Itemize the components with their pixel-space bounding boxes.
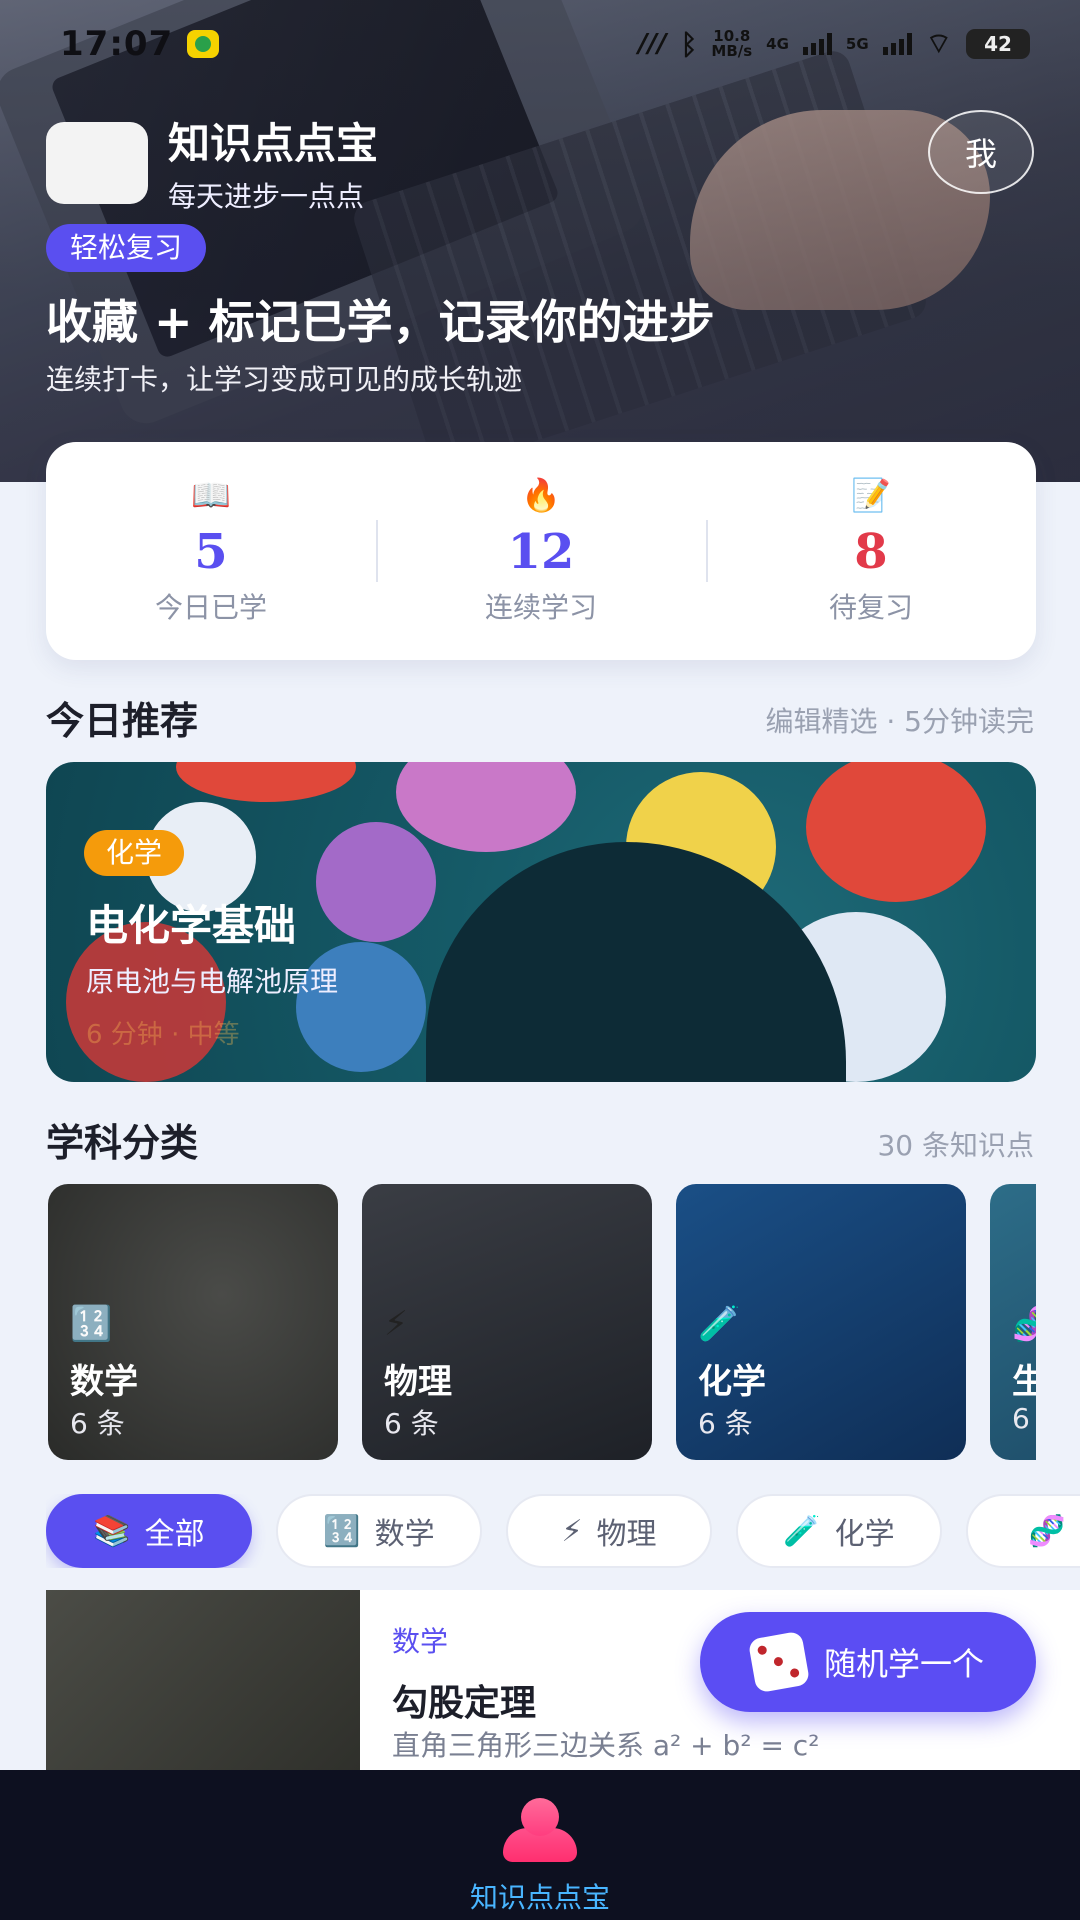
filter-chip-chemistry[interactable]: 🧪 化学	[736, 1494, 942, 1568]
app-brand: 知识点点宝 每天进步一点点	[46, 110, 378, 215]
stat-value: 5	[194, 524, 228, 580]
numbers-icon: 🔢	[70, 1304, 113, 1344]
stat-label: 连续学习	[484, 591, 597, 624]
profile-button[interactable]: 我	[928, 110, 1034, 194]
stat-streak: 🔥 12 连续学习	[376, 442, 706, 660]
subject-card-math[interactable]: 🔢 数学 6 条	[48, 1184, 338, 1460]
recommend-subject-chip: 化学	[84, 830, 185, 876]
app-logo	[46, 121, 148, 204]
dice-icon	[747, 1630, 811, 1694]
recommend-card-subtitle: 原电池与电解池原理	[86, 965, 339, 998]
book-icon: 📖	[191, 476, 231, 514]
stat-label: 今日已学	[154, 591, 267, 624]
bluetooth-icon: ᛒ	[680, 27, 698, 61]
status-time: 17:07	[60, 24, 174, 64]
filter-chips: 📚 全部 🔢 数学 ⚡ 物理 🧪 化学 🧬 生	[46, 1494, 1080, 1568]
battery-indicator: 42	[966, 29, 1030, 59]
hero-banner: 17:07 /// ᛒ 10.8 MB/s 4G 5G ⌔ 42 知识点点宝 每天…	[0, 0, 1080, 482]
random-learn-label: 随机学一个	[823, 1645, 984, 1683]
stat-today-learned: 📖 5 今日已学	[46, 442, 376, 660]
hero-headline: 收藏 + 标记已学，记录你的进步	[46, 295, 715, 349]
subject-count: 6 条	[70, 1407, 125, 1440]
net-speed: 10.8 MB/s	[711, 27, 753, 60]
item-subject: 数学	[392, 1625, 449, 1658]
recommend-section-title: 今日推荐	[46, 699, 199, 743]
stat-value: 12	[507, 524, 575, 580]
subjects-meta: 30 条知识点	[877, 1129, 1034, 1162]
subject-card-biology[interactable]: 🧬 生 6	[990, 1184, 1036, 1460]
signal-5g-label: 5G	[845, 34, 869, 53]
app-subtitle: 每天进步一点点	[168, 180, 365, 213]
test-tube-icon: 🧪	[698, 1304, 741, 1344]
stat-label: 待复习	[828, 591, 913, 624]
user-icon[interactable]	[503, 1798, 577, 1862]
filter-chip-all[interactable]: 📚 全部	[46, 1494, 252, 1568]
stat-value: 8	[854, 524, 888, 580]
subjects-carousel[interactable]: 🔢 数学 6 条 ⚡ 物理 6 条 🧪 化学 6 条 🧬 生 6	[46, 1184, 1036, 1462]
lightning-icon: ⚡	[384, 1304, 408, 1344]
stat-to-review: 📝 8 待复习	[706, 442, 1036, 660]
dna-icon: 🧬	[1012, 1304, 1036, 1344]
app-title: 知识点点宝	[168, 119, 379, 168]
wifi-icon: ⌔	[925, 26, 952, 60]
recommend-card-title: 电化学基础	[86, 901, 297, 950]
subject-name: 化学	[698, 1362, 766, 1402]
subject-name: 生	[1012, 1362, 1036, 1402]
item-description: 直角三角形三边关系 a² + b² = c²	[392, 1729, 820, 1762]
item-thumbnail	[46, 1590, 360, 1770]
signal-icon	[802, 33, 832, 55]
silhouette-image	[426, 842, 846, 1082]
bottom-nav-label[interactable]: 知识点点宝	[0, 1876, 1080, 1916]
recommend-card-meta: 6 分钟 · 中等	[86, 1020, 240, 1050]
subject-card-chemistry[interactable]: 🧪 化学 6 条	[676, 1184, 966, 1460]
nfc-icon: ///	[638, 29, 667, 59]
notification-app-icon	[187, 30, 220, 58]
numbers-icon: 🔢	[323, 1513, 361, 1549]
subject-count: 6 条	[698, 1407, 753, 1440]
stats-card: 📖 5 今日已学 🔥 12 连续学习 📝 8 待复习	[46, 442, 1036, 660]
fire-icon: 🔥	[521, 476, 561, 514]
subject-name: 数学	[70, 1362, 138, 1402]
recommend-card[interactable]: 化学 电化学基础 原电池与电解池原理 6 分钟 · 中等	[46, 762, 1036, 1082]
memo-icon: 📝	[851, 476, 891, 514]
item-title: 勾股定理	[392, 1683, 537, 1724]
subject-count: 6	[1012, 1402, 1030, 1435]
subject-count: 6 条	[384, 1407, 439, 1440]
subjects-section-title: 学科分类	[46, 1121, 199, 1165]
subject-name: 物理	[384, 1362, 452, 1402]
status-bar: 17:07 /// ᛒ 10.8 MB/s 4G 5G ⌔ 42	[60, 22, 1030, 66]
signal-4g-label: 4G	[766, 34, 789, 53]
filter-chip-physics[interactable]: ⚡ 物理	[506, 1494, 712, 1568]
lightning-icon: ⚡	[561, 1513, 583, 1549]
subject-card-physics[interactable]: ⚡ 物理 6 条	[362, 1184, 652, 1460]
filter-chip-biology[interactable]: 🧬 生	[966, 1494, 1080, 1568]
books-icon: 📚	[93, 1513, 131, 1549]
dna-icon: 🧬	[1028, 1513, 1066, 1549]
hero-subline: 连续打卡，让学习变成可见的成长轨迹	[46, 363, 523, 396]
test-tube-icon: 🧪	[783, 1513, 821, 1549]
bottom-nav: 知识点点宝	[0, 1770, 1080, 1920]
filter-chip-math[interactable]: 🔢 数学	[276, 1494, 482, 1568]
random-learn-button[interactable]: 随机学一个	[700, 1612, 1036, 1712]
signal-icon-2	[882, 33, 912, 55]
hero-tag: 轻松复习	[46, 224, 207, 272]
recommend-meta: 编辑精选 · 5分钟读完	[765, 705, 1034, 738]
